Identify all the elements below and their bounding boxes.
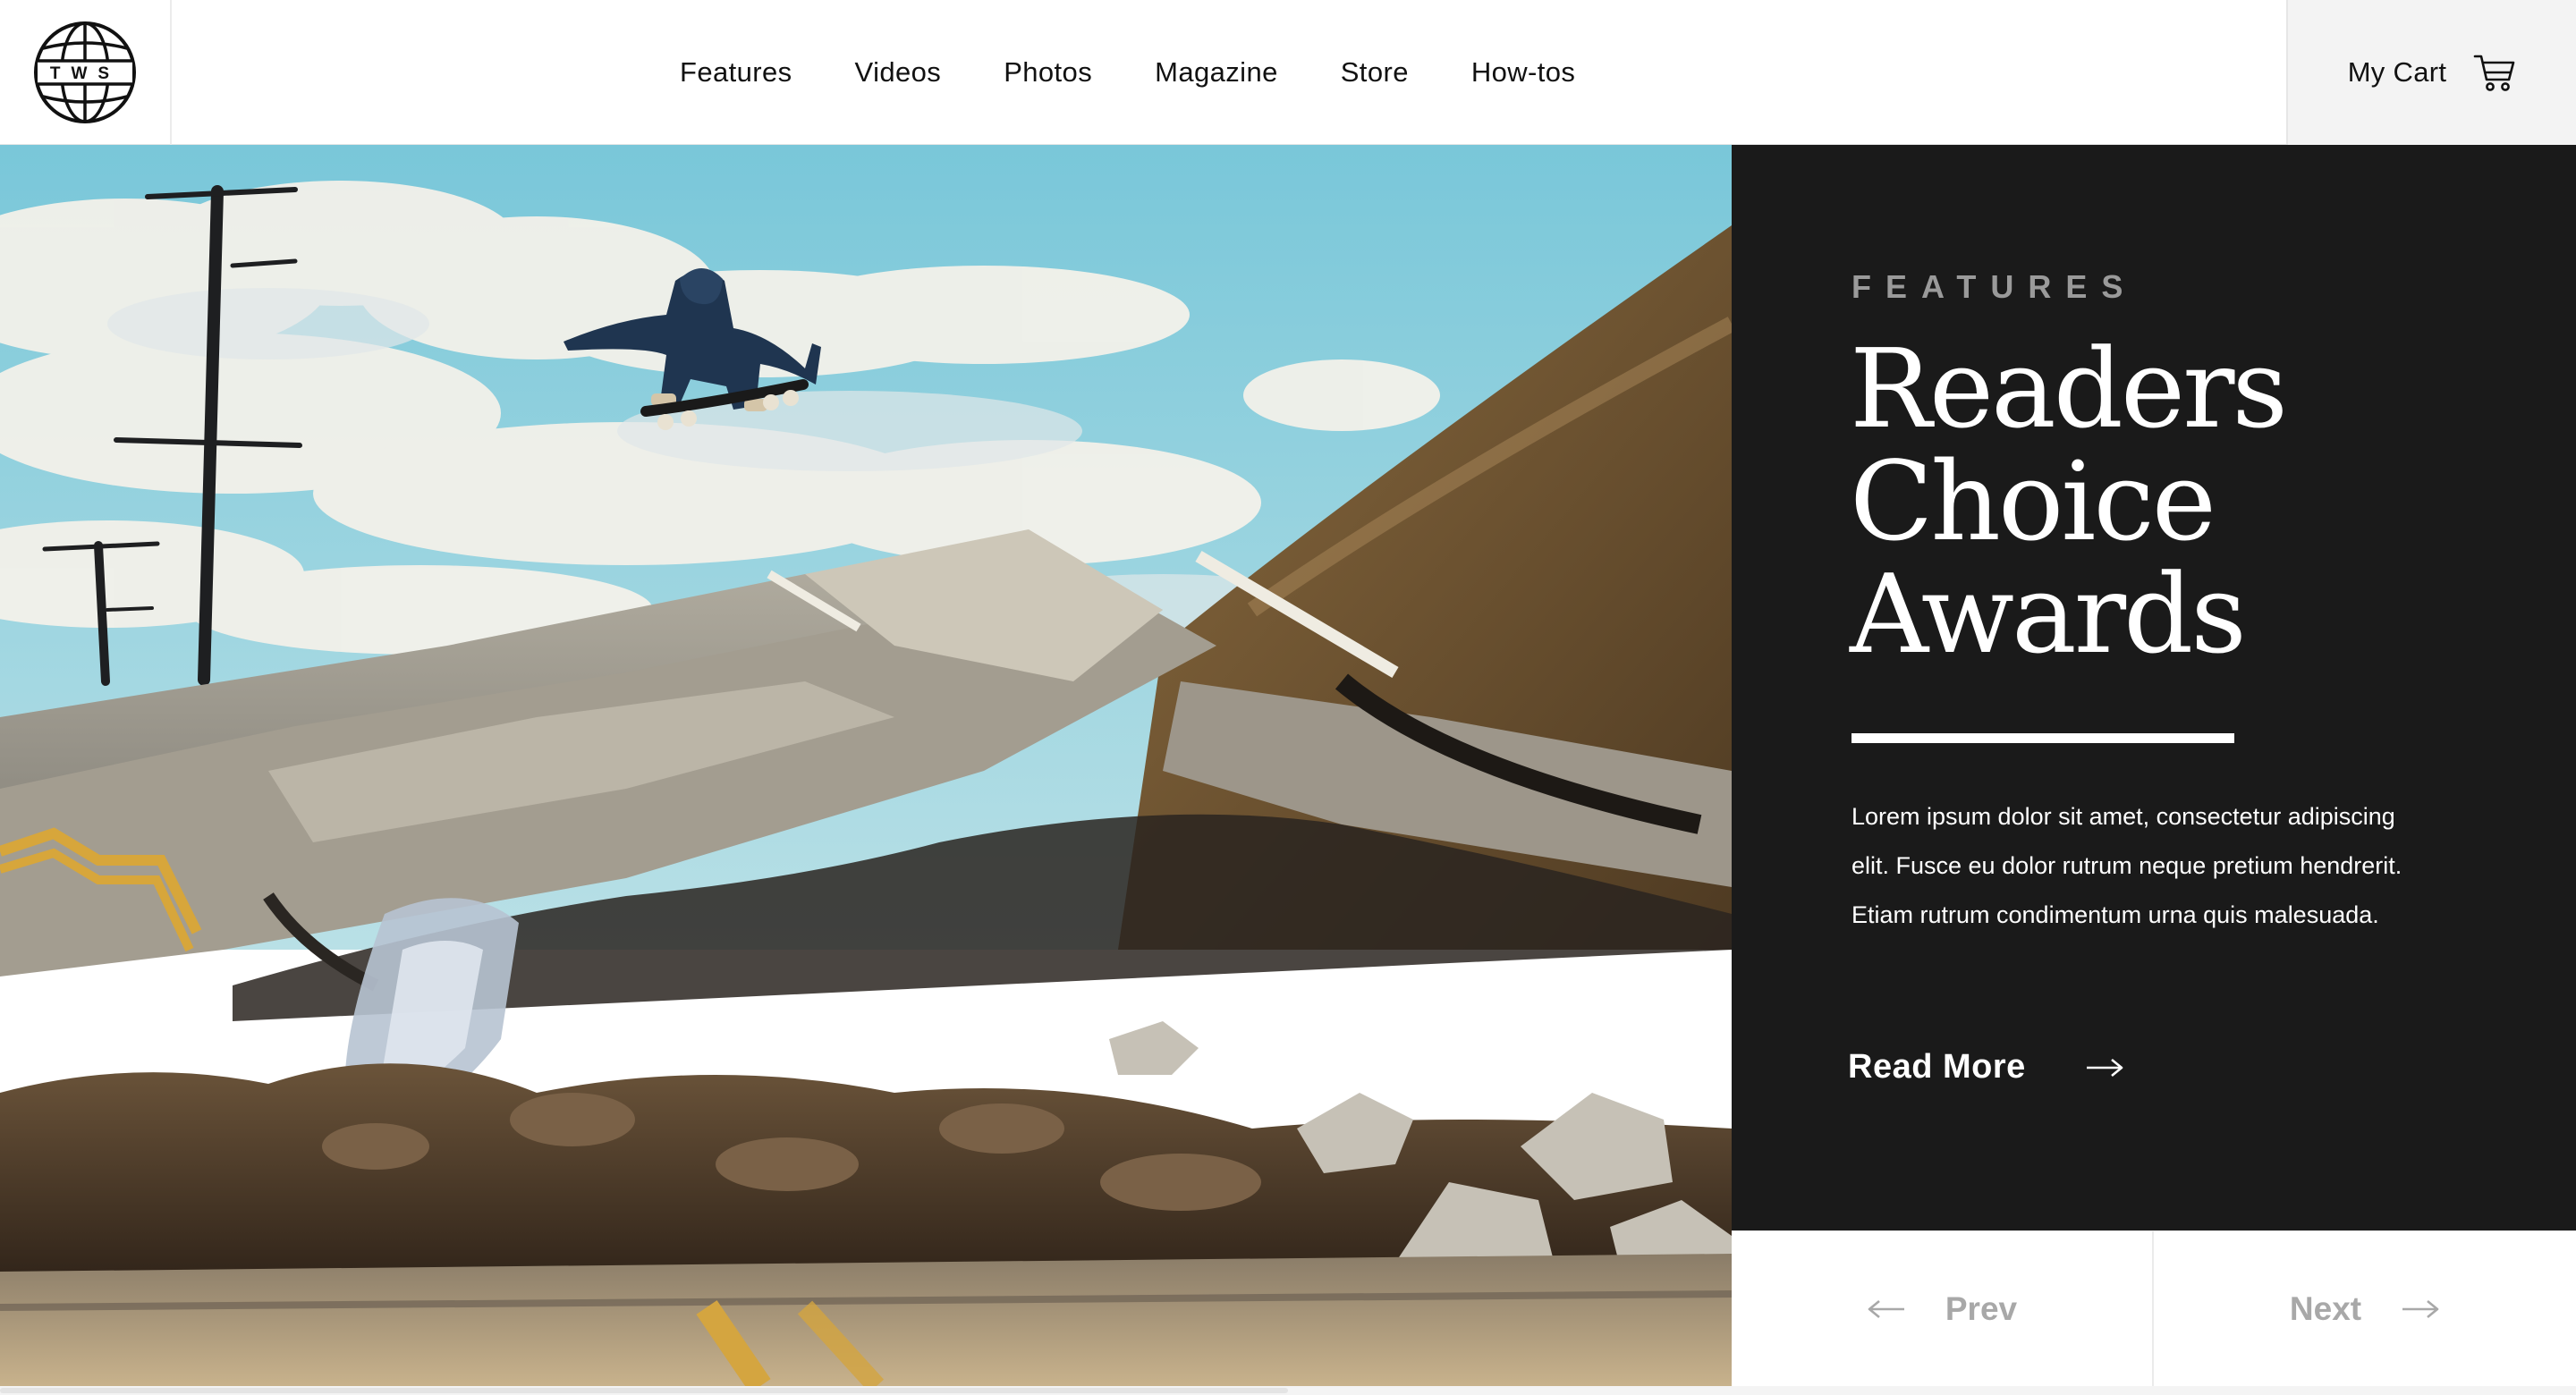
hero-image	[0, 145, 1732, 1386]
nav-item-features[interactable]: Features	[680, 56, 792, 89]
hero-photo-illustration	[0, 145, 1732, 1386]
feature-title-line: Choice	[1850, 438, 2216, 565]
title-divider	[1852, 733, 2234, 743]
cart-label: My Cart	[2347, 56, 2447, 88]
logo[interactable]: TWS	[0, 0, 172, 145]
read-more-label: Read More	[1848, 1048, 2026, 1086]
nav-item-how-tos[interactable]: How-tos	[1471, 56, 1576, 89]
prev-label: Prev	[1945, 1289, 2018, 1327]
site-header: TWS Features Videos Photos Magazine Stor…	[0, 0, 2576, 145]
globe-logo-icon: TWS	[34, 21, 136, 123]
feature-title: Readers Choice Awards	[1850, 333, 2476, 671]
shopping-cart-icon	[2473, 55, 2515, 91]
nav-item-photos[interactable]: Photos	[1004, 56, 1092, 89]
feature-body: Lorem ipsum dolor sit amet, consectetur …	[1852, 803, 2402, 928]
my-cart-button[interactable]: My Cart	[2286, 0, 2576, 145]
arrow-right-icon	[2402, 1299, 2439, 1318]
feature-panel: FEATURES Readers Choice Awards Lorem ips…	[1732, 145, 2576, 1230]
horizontal-scrollbar-thumb[interactable]	[0, 1388, 1288, 1393]
arrow-right-icon	[2086, 1058, 2123, 1077]
nav-item-magazine[interactable]: Magazine	[1155, 56, 1278, 89]
feature-title-line: Readers	[1850, 326, 2288, 452]
nav-item-videos[interactable]: Videos	[855, 56, 942, 89]
next-button[interactable]: Next	[2154, 1231, 2576, 1386]
read-more-link[interactable]: Read More	[1848, 1048, 2124, 1086]
main-nav: Features Videos Photos Magazine Store Ho…	[680, 0, 1575, 145]
next-label: Next	[2289, 1289, 2362, 1327]
feature-kicker: FEATURES	[1852, 268, 2138, 305]
prev-button[interactable]: Prev	[1732, 1231, 2154, 1386]
slide-pager: Prev Next	[1732, 1230, 2576, 1386]
arrow-left-icon	[1868, 1299, 1904, 1318]
nav-item-store[interactable]: Store	[1341, 56, 1409, 89]
feature-title-line: Awards	[1850, 551, 2247, 678]
logo-text: TWS	[50, 64, 120, 83]
